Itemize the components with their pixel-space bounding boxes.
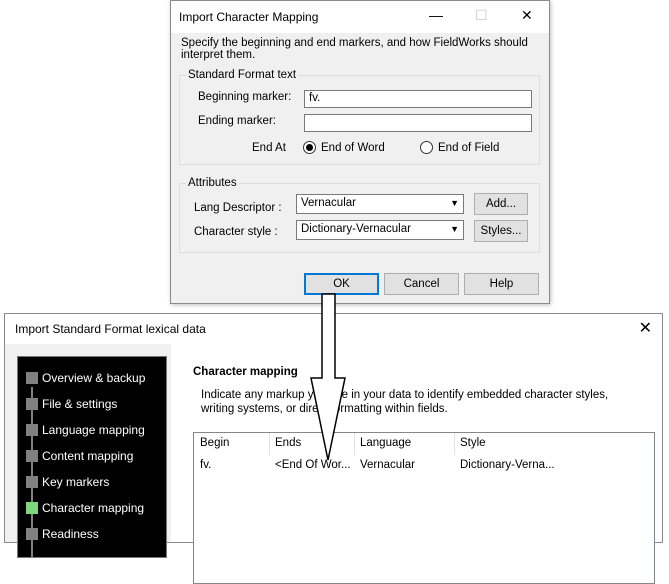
step-square-icon bbox=[26, 476, 38, 488]
styles-button[interactable]: Styles... bbox=[474, 220, 528, 242]
cancel-button[interactable]: Cancel bbox=[384, 273, 459, 295]
close-icon[interactable]: ✕ bbox=[521, 7, 533, 24]
character-mapping-list[interactable]: Begin Ends Language Style fv. <End Of Wo… bbox=[193, 432, 655, 584]
minimize-icon[interactable]: — bbox=[429, 7, 443, 23]
wizard-title-bar: Import Standard Format lexical data ✕ bbox=[5, 314, 662, 344]
beginning-marker-label: Beginning marker: bbox=[198, 91, 292, 103]
step-overview-backup: Overview & backup bbox=[26, 368, 145, 388]
step-label: File & settings bbox=[42, 397, 118, 411]
end-of-field-label: End of Field bbox=[438, 141, 500, 154]
row-style-cell[interactable]: Dictionary-Verna... bbox=[460, 459, 555, 471]
column-separator bbox=[354, 433, 355, 455]
column-header-ends[interactable]: Ends bbox=[275, 437, 301, 449]
add-button[interactable]: Add... bbox=[474, 193, 528, 215]
row-ends-cell[interactable]: <End Of Wor... bbox=[275, 459, 351, 471]
row-language-cell[interactable]: Vernacular bbox=[360, 459, 415, 471]
step-active-square-icon bbox=[26, 502, 38, 514]
step-label: Content mapping bbox=[42, 449, 134, 463]
lang-descriptor-dropdown[interactable]: Vernacular ▼ bbox=[296, 194, 464, 214]
standard-format-group-label: Standard Format text bbox=[186, 69, 299, 81]
step-square-icon bbox=[26, 528, 38, 540]
section-instructions: Indicate any markup you use in your data… bbox=[201, 389, 609, 415]
beginning-marker-input[interactable]: fv. bbox=[304, 90, 532, 108]
end-at-label: End At bbox=[252, 142, 286, 154]
step-character-mapping: Character mapping bbox=[26, 498, 144, 518]
lang-descriptor-label: Lang Descriptor : bbox=[194, 202, 282, 214]
step-label: Character mapping bbox=[42, 501, 145, 515]
chevron-down-icon: ▼ bbox=[450, 224, 459, 234]
wizard-title: Import Standard Format lexical data bbox=[15, 322, 206, 336]
row-begin-cell[interactable]: fv. bbox=[200, 459, 211, 471]
import-character-mapping-dialog: Import Character Mapping — ☐ ✕ Specify t… bbox=[170, 0, 550, 304]
wizard-content-pane: Character mapping Indicate any markup yo… bbox=[171, 344, 662, 584]
lang-descriptor-value: Vernacular bbox=[301, 197, 356, 209]
step-content-mapping: Content mapping bbox=[26, 446, 133, 466]
dialog-title: Import Character Mapping bbox=[179, 10, 319, 24]
step-label: Key markers bbox=[42, 475, 110, 489]
step-square-icon bbox=[26, 450, 38, 462]
standard-format-group: Standard Format text Beginning marker: f… bbox=[179, 69, 540, 165]
step-key-markers: Key markers bbox=[26, 472, 109, 492]
character-style-label: Character style : bbox=[194, 226, 278, 238]
wizard-close-icon[interactable]: ✕ bbox=[639, 318, 652, 338]
step-label: Readiness bbox=[42, 527, 99, 541]
attributes-group-label: Attributes bbox=[186, 177, 239, 189]
attributes-group: Attributes Lang Descriptor : Vernacular … bbox=[179, 177, 540, 253]
end-of-word-radio[interactable]: End of Word bbox=[303, 141, 385, 154]
step-square-icon bbox=[26, 398, 38, 410]
character-style-dropdown[interactable]: Dictionary-Vernacular ▼ bbox=[296, 220, 464, 240]
radio-unselected-icon bbox=[420, 141, 433, 154]
section-title: Character mapping bbox=[193, 366, 298, 378]
ending-marker-input[interactable] bbox=[304, 114, 532, 132]
end-of-word-label: End of Word bbox=[321, 141, 385, 154]
column-header-language[interactable]: Language bbox=[360, 437, 411, 449]
help-button[interactable]: Help bbox=[464, 273, 539, 295]
end-of-field-radio[interactable]: End of Field bbox=[420, 141, 499, 154]
dialog-description: Specify the beginning and end markers, a… bbox=[181, 37, 528, 61]
step-language-mapping: Language mapping bbox=[26, 420, 145, 440]
step-label: Overview & backup bbox=[42, 371, 146, 385]
step-square-icon bbox=[26, 372, 38, 384]
import-wizard-window: Import Standard Format lexical data ✕ Ov… bbox=[4, 313, 663, 584]
ending-marker-label: Ending marker: bbox=[198, 115, 276, 127]
character-style-value: Dictionary-Vernacular bbox=[301, 223, 411, 235]
step-square-icon bbox=[26, 424, 38, 436]
maximize-icon: ☐ bbox=[475, 7, 488, 23]
radio-selected-icon bbox=[303, 141, 316, 154]
dialog-title-bar: Import Character Mapping — ☐ ✕ bbox=[171, 1, 549, 33]
column-header-style[interactable]: Style bbox=[460, 437, 486, 449]
step-readiness: Readiness bbox=[26, 524, 99, 544]
step-label: Language mapping bbox=[42, 423, 145, 437]
chevron-down-icon: ▼ bbox=[450, 198, 459, 208]
step-file-settings: File & settings bbox=[26, 394, 117, 414]
wizard-steps-panel: Overview & backup File & settings Langua… bbox=[17, 356, 167, 558]
ok-button[interactable]: OK bbox=[304, 273, 379, 295]
column-header-begin[interactable]: Begin bbox=[200, 437, 229, 449]
column-separator bbox=[269, 433, 270, 455]
column-separator bbox=[454, 433, 455, 455]
